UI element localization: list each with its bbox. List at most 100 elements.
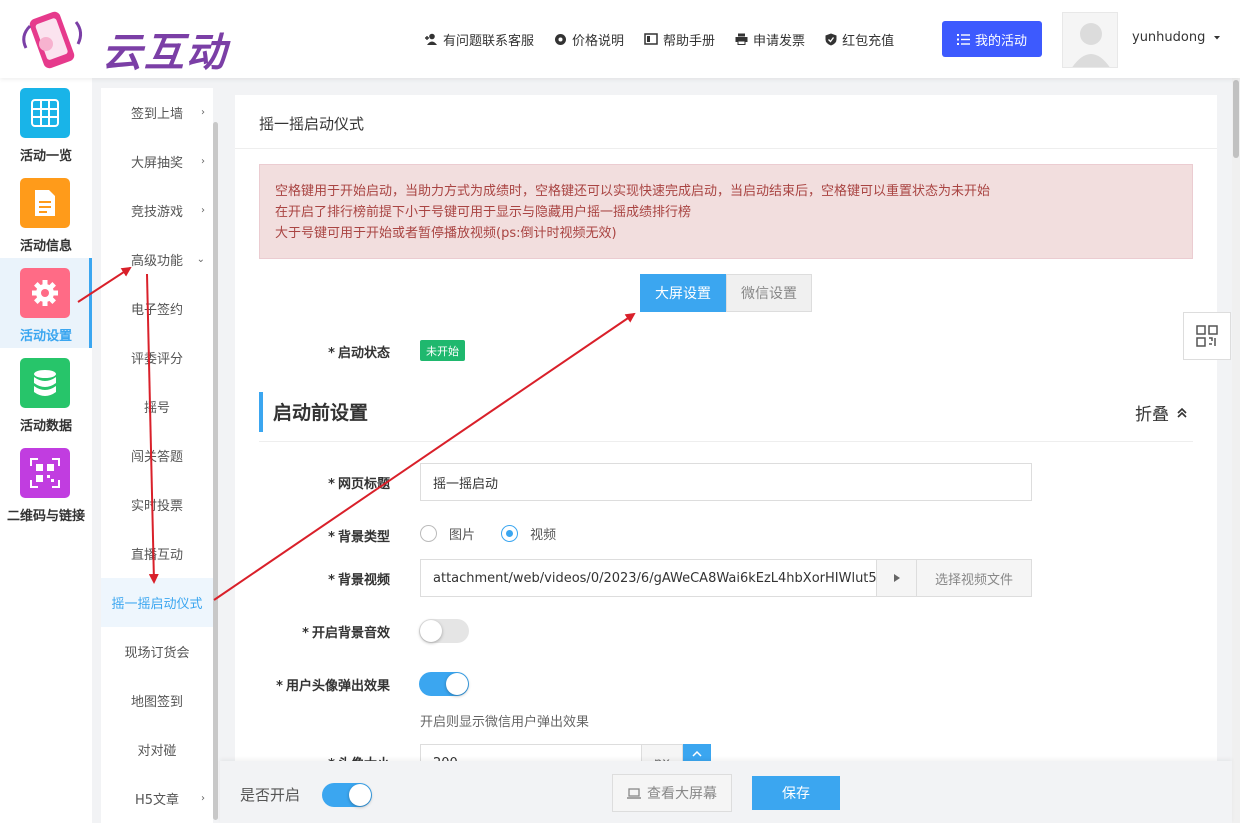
menu-item-h5-article[interactable]: H5文章 › xyxy=(101,774,213,823)
menu-item-label: 地图签到 xyxy=(130,695,183,710)
keyboard-hint-alert: 空格键用于开始启动，当助力方式为成绩时，空格键还可以实现快速完成启动，当启动结束… xyxy=(259,164,1193,259)
bg-type-radio-group: 图片 视频 xyxy=(420,524,578,546)
scrollbar-thumb[interactable] xyxy=(1233,80,1239,158)
user-avatar-icon xyxy=(1072,23,1110,67)
avatar-effect-hint: 开启则显示微信用户弹出效果 xyxy=(420,715,590,730)
nav-help-label: 帮助手册 xyxy=(663,33,716,49)
tab-wechat-settings[interactable]: 微信设置 xyxy=(726,274,812,312)
menu-item-label: 闯关答题 xyxy=(130,450,183,465)
page-title-label: * 网页标题 xyxy=(328,477,390,492)
radio-image[interactable]: 图片 xyxy=(420,524,475,543)
chevron-right-icon: › xyxy=(201,107,205,118)
user-menu[interactable]: yunhudong xyxy=(1132,30,1223,45)
alert-line: 大于号键可用于开始或者暂停播放视频(ps:倒计时视频无效) xyxy=(275,226,617,241)
username: yunhudong xyxy=(1132,30,1206,45)
avatar[interactable] xyxy=(1062,12,1118,68)
chevron-right-icon: › xyxy=(201,156,205,167)
nav-contact-label: 有问题联系客服 xyxy=(443,33,535,49)
view-big-screen-label: 查看大屏幕 xyxy=(647,786,717,802)
nav-pricing[interactable]: 价格说明 xyxy=(554,30,624,49)
menu-item-competitive-games[interactable]: 竞技游戏 › xyxy=(101,186,213,235)
enable-toggle[interactable] xyxy=(322,783,372,807)
sidebar-item-label: 活动信息 xyxy=(19,239,72,254)
page-title-input[interactable]: 摇一摇启动 xyxy=(420,463,1032,501)
menu-scrollbar[interactable] xyxy=(213,122,218,820)
sidebar-item-activity-settings[interactable]: 活动设置 xyxy=(0,258,92,348)
nav-red-packet[interactable]: 红包充值 xyxy=(825,30,894,49)
section-header: 启动前设置 折叠 xyxy=(259,392,1193,432)
logo[interactable]: 云互动 xyxy=(18,8,228,76)
caret-down-icon xyxy=(1214,35,1221,39)
menu-item-label: 电子签约 xyxy=(130,303,183,318)
bg-video-input[interactable]: attachment/web/videos/0/2023/6/gAWeCA8Wa… xyxy=(420,559,877,597)
chevron-right-icon: › xyxy=(201,793,205,804)
menu-item-label: 直播互动 xyxy=(130,548,183,563)
radio-circle xyxy=(420,525,437,542)
sidebar-item-label: 活动一览 xyxy=(19,149,72,164)
book-icon xyxy=(644,33,658,45)
nav-contact-support[interactable]: 有问题联系客服 xyxy=(424,30,534,49)
document-icon xyxy=(20,178,70,228)
menu-item-advanced-features[interactable]: 高级功能 ⌄ xyxy=(101,235,213,284)
my-activity-label: 我的活动 xyxy=(974,33,1027,49)
menu-item-big-screen-lottery[interactable]: 大屏抽奖 › xyxy=(101,137,213,186)
menu-item-label: 评委评分 xyxy=(130,352,183,367)
user-plus-icon xyxy=(425,33,437,45)
toggle-knob xyxy=(446,673,468,695)
toggle-knob xyxy=(349,784,371,806)
bg-type-label: * 背景类型 xyxy=(328,530,390,545)
nav-invoice[interactable]: 申请发票 xyxy=(735,30,805,49)
database-icon xyxy=(20,358,70,408)
menu-item-checkin-wall[interactable]: 签到上墙 › xyxy=(101,88,213,137)
bg-sound-toggle[interactable] xyxy=(419,619,469,643)
alert-line: 空格键用于开始启动，当助力方式为成绩时，空格键还可以实现快速完成启动，当启动结束… xyxy=(275,184,991,199)
page-scrollbar[interactable] xyxy=(1232,78,1240,823)
radio-label: 视频 xyxy=(530,528,557,543)
brand-name: 云互动 xyxy=(102,30,228,76)
play-video-button[interactable] xyxy=(876,559,917,597)
sidebar-item-activity-overview[interactable]: 活动一览 xyxy=(0,78,92,168)
section-title: 启动前设置 xyxy=(273,402,369,424)
fold-toggle[interactable]: 折叠 xyxy=(1135,400,1189,425)
sidebar-item-activity-info[interactable]: 活动信息 xyxy=(0,168,92,258)
view-big-screen-button[interactable]: 查看大屏幕 xyxy=(612,774,732,812)
radio-label: 图片 xyxy=(449,528,476,543)
menu-item-e-signing[interactable]: 电子签约 xyxy=(101,284,213,333)
my-activity-button[interactable]: 我的活动 xyxy=(942,21,1042,57)
save-button[interactable]: 保存 xyxy=(752,776,840,810)
secondary-menu: 签到上墙 › 大屏抽奖 › 竞技游戏 › 高级功能 ⌄ 电子签约 评委评分 摇号 闯关答… xyxy=(101,88,213,823)
qrcode-icon xyxy=(20,448,70,498)
top-nav: 有问题联系客服 价格说明 帮助手册 申请发票 红包充值 xyxy=(424,28,914,50)
tab-screen-settings[interactable]: 大屏设置 xyxy=(640,274,726,312)
bg-video-label: * 背景视频 xyxy=(328,573,390,588)
avatar-effect-label: * 用户头像弹出效果 xyxy=(276,679,390,694)
page-title: 摇一摇启动仪式 xyxy=(259,115,365,133)
gear-icon xyxy=(555,33,567,45)
toggle-knob xyxy=(420,620,442,642)
settings-tabs: 大屏设置 微信设置 xyxy=(640,274,812,312)
menu-item-lottery-draw[interactable]: 摇号 xyxy=(101,382,213,431)
sidebar-item-qrcode-links[interactable]: 二维码与链接 xyxy=(0,438,92,528)
menu-item-label: 实时投票 xyxy=(130,499,183,514)
nav-red-packet-label: 红包充值 xyxy=(842,33,895,49)
main-card: 摇一摇启动仪式 空格键用于开始启动，当助力方式为成绩时，空格键还可以实现快速完成… xyxy=(235,95,1217,823)
status-badge: 未开始 xyxy=(420,340,465,361)
menu-item-label: 对对碰 xyxy=(137,744,177,759)
radio-video[interactable]: 视频 xyxy=(501,524,556,543)
nav-help-manual[interactable]: 帮助手册 xyxy=(644,30,715,49)
menu-item-label: 签到上墙 xyxy=(130,107,183,122)
avatar-effect-toggle[interactable] xyxy=(419,672,469,696)
menu-item-label: 摇号 xyxy=(143,401,170,416)
phone-logo-icon xyxy=(22,11,83,69)
sidebar-item-label: 活动数据 xyxy=(19,419,72,434)
gear-icon xyxy=(20,268,70,318)
divider xyxy=(235,148,1217,149)
select-video-file-button[interactable]: 选择视频文件 xyxy=(916,559,1032,597)
list-icon xyxy=(956,33,970,45)
menu-item-label: 高级功能 xyxy=(130,254,183,269)
sidebar-item-activity-data[interactable]: 活动数据 xyxy=(0,348,92,438)
floating-qrcode-button[interactable] xyxy=(1183,312,1231,360)
sidebar-item-label: 二维码与链接 xyxy=(6,509,85,524)
play-icon xyxy=(893,574,900,582)
nav-pricing-label: 价格说明 xyxy=(572,33,625,49)
